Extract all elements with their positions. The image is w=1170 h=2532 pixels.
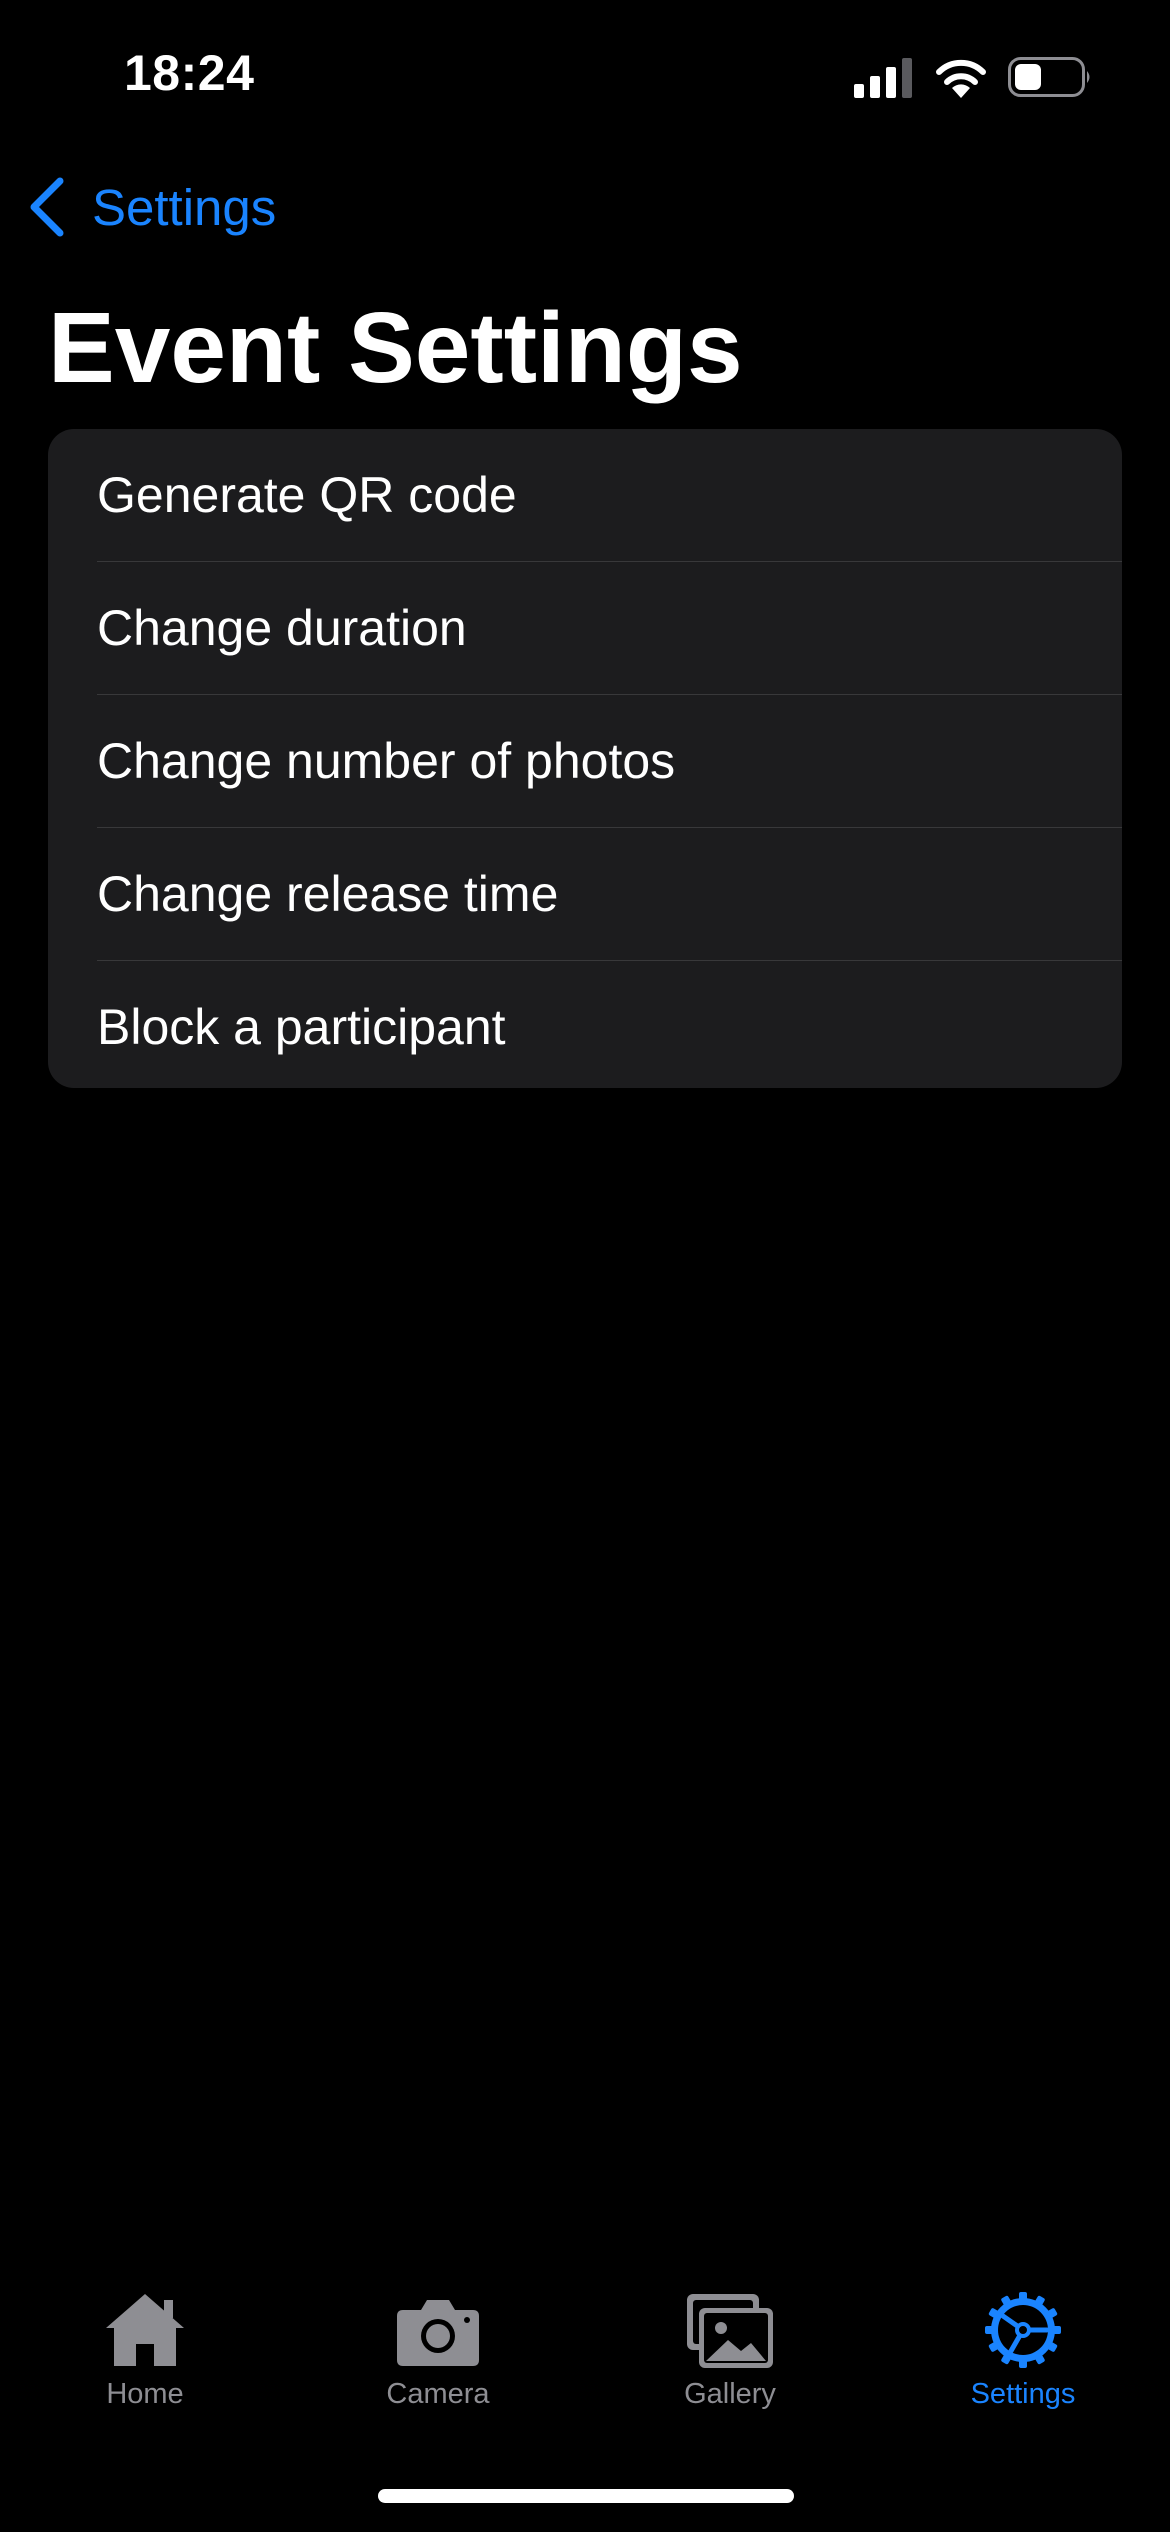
- list-item-block-a-participant[interactable]: Block a participant: [48, 961, 1122, 1088]
- chevron-left-icon: [30, 177, 64, 237]
- tab-home[interactable]: Home: [45, 2290, 245, 2430]
- home-indicator: [378, 2489, 794, 2503]
- list-item-label: Generate QR code: [97, 467, 517, 523]
- cellular-signal-icon: [854, 58, 912, 98]
- tab-settings[interactable]: Settings: [923, 2290, 1123, 2430]
- list-item-change-release-time[interactable]: Change release time: [48, 828, 1122, 960]
- list-item-label: Change duration: [97, 600, 467, 656]
- tab-label: Camera: [386, 2378, 490, 2410]
- house-icon: [106, 2294, 184, 2366]
- page-title: Event Settings: [48, 292, 743, 404]
- tab-bar: Home Camera Gallery Settings: [0, 2290, 1170, 2430]
- tab-camera[interactable]: Camera: [338, 2290, 538, 2430]
- battery-icon: [1008, 57, 1090, 97]
- tab-gallery[interactable]: Gallery: [630, 2290, 830, 2430]
- event-settings-list: Generate QR code Change duration Change …: [48, 429, 1122, 1088]
- list-item-label: Change release time: [97, 866, 559, 922]
- tab-label: Home: [106, 2378, 184, 2410]
- status-time: 18:24: [124, 45, 255, 101]
- gear-icon: [985, 2292, 1061, 2368]
- tab-label: Gallery: [684, 2378, 776, 2410]
- photos-icon: [687, 2294, 773, 2368]
- list-item-label: Change number of photos: [97, 733, 676, 789]
- camera-icon: [397, 2300, 479, 2366]
- list-item-generate-qr-code[interactable]: Generate QR code: [48, 429, 1122, 561]
- back-label: Settings: [92, 178, 277, 236]
- wifi-icon: [936, 59, 986, 98]
- list-item-label: Block a participant: [97, 999, 506, 1055]
- tab-label: Settings: [970, 2378, 1076, 2410]
- list-item-change-number-of-photos[interactable]: Change number of photos: [48, 695, 1122, 827]
- back-button[interactable]: Settings: [26, 172, 276, 242]
- list-item-change-duration[interactable]: Change duration: [48, 562, 1122, 694]
